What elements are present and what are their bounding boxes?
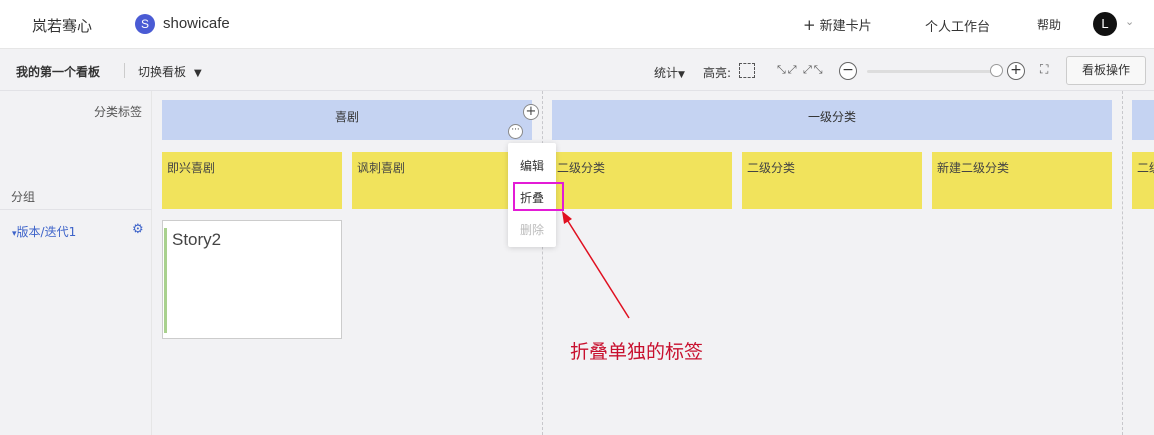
project-icon: S bbox=[135, 14, 155, 34]
gear-icon[interactable]: ⚙ bbox=[132, 222, 144, 237]
board-title: 我的第一个看板 bbox=[16, 65, 101, 79]
workspace-link[interactable]: 个人工作台 bbox=[925, 16, 990, 35]
switch-board-dropdown[interactable]: 切换看板 ▼ bbox=[138, 63, 202, 80]
board-ops-button[interactable]: 看板操作 bbox=[1066, 56, 1146, 85]
row-divider bbox=[0, 209, 152, 210]
category-l1-first[interactable]: 一级分类 bbox=[552, 100, 1112, 140]
story-card[interactable]: Story2 bbox=[162, 220, 342, 339]
switch-board-label: 切换看板 bbox=[138, 65, 187, 79]
category-l2[interactable]: 讽刺喜剧 bbox=[352, 152, 532, 209]
category-l2[interactable]: 即兴喜剧 bbox=[162, 152, 342, 209]
board-toolbar: 我的第一个看板 切换看板 ▼ 统计▼ 高亮: ⤡⤢ ⤢⤡ − + ⛶ 看板操作 bbox=[0, 50, 1154, 91]
org-name[interactable]: 岚若骞心 bbox=[32, 15, 92, 36]
annotation-highlight-box bbox=[513, 182, 564, 211]
fullscreen-icon[interactable]: ⛶ bbox=[1040, 62, 1048, 77]
plus-icon: + bbox=[803, 16, 816, 34]
category-l2[interactable]: 二级分类 bbox=[552, 152, 732, 209]
card-title: Story2 bbox=[172, 230, 222, 249]
board-row-headers: 分类标签 分组 ▾版本/迭代1 ⚙ bbox=[0, 91, 152, 435]
column-separator bbox=[1122, 91, 1123, 435]
caret-down-icon: ▼ bbox=[678, 70, 685, 80]
zoom-slider[interactable] bbox=[867, 70, 997, 73]
category-label: 分类标签 bbox=[94, 105, 143, 119]
group-label: 分组 bbox=[11, 190, 36, 204]
avatar[interactable]: L bbox=[1093, 12, 1117, 36]
category-l2[interactable]: 二级 bbox=[1132, 152, 1154, 209]
more-options-icon[interactable]: ··· bbox=[508, 124, 523, 139]
menu-item-delete[interactable]: 删除 bbox=[520, 221, 544, 238]
help-link[interactable]: 帮助 bbox=[1037, 16, 1061, 33]
project-name[interactable]: showicafe bbox=[163, 15, 230, 32]
highlight-select-icon[interactable] bbox=[739, 63, 755, 78]
top-bar: 岚若骞心 S showicafe + 新建卡片 个人工作台 帮助 L ⌄ bbox=[0, 0, 1154, 49]
category-l1-comedy[interactable]: 喜剧 bbox=[162, 100, 532, 140]
new-card-button[interactable]: + 新建卡片 bbox=[803, 15, 872, 34]
chevron-down-icon[interactable]: ⌄ bbox=[1125, 15, 1134, 28]
stats-label: 统计 bbox=[654, 66, 679, 80]
annotation-text: 折叠单独的标签 bbox=[570, 341, 704, 363]
category-l2[interactable]: 二级分类 bbox=[742, 152, 922, 209]
category-l2[interactable]: 新建二级分类 bbox=[932, 152, 1112, 209]
zoom-in-button[interactable]: + bbox=[1007, 62, 1025, 80]
caret-down-icon: ▼ bbox=[194, 68, 202, 79]
highlight-label: 高亮: bbox=[703, 66, 732, 80]
version-label: 版本/迭代1 bbox=[16, 225, 77, 239]
zoom-slider-thumb[interactable] bbox=[990, 64, 1003, 77]
category-l1-partial[interactable] bbox=[1132, 100, 1154, 140]
zoom-out-button[interactable]: − bbox=[839, 62, 857, 80]
stats-dropdown[interactable]: 统计▼ bbox=[654, 64, 685, 81]
collapse-arrows-icon[interactable]: ⤡⤢ bbox=[777, 63, 799, 77]
menu-item-edit[interactable]: 编辑 bbox=[520, 157, 544, 174]
shrink-arrows-icon[interactable]: ⤢⤡ bbox=[803, 63, 825, 77]
new-card-label: 新建卡片 bbox=[819, 19, 872, 34]
toolbar-divider bbox=[124, 63, 125, 78]
version-group-toggle[interactable]: ▾版本/迭代1 bbox=[12, 223, 76, 240]
card-status-bar bbox=[164, 228, 167, 333]
add-category-button[interactable]: + bbox=[523, 104, 539, 120]
